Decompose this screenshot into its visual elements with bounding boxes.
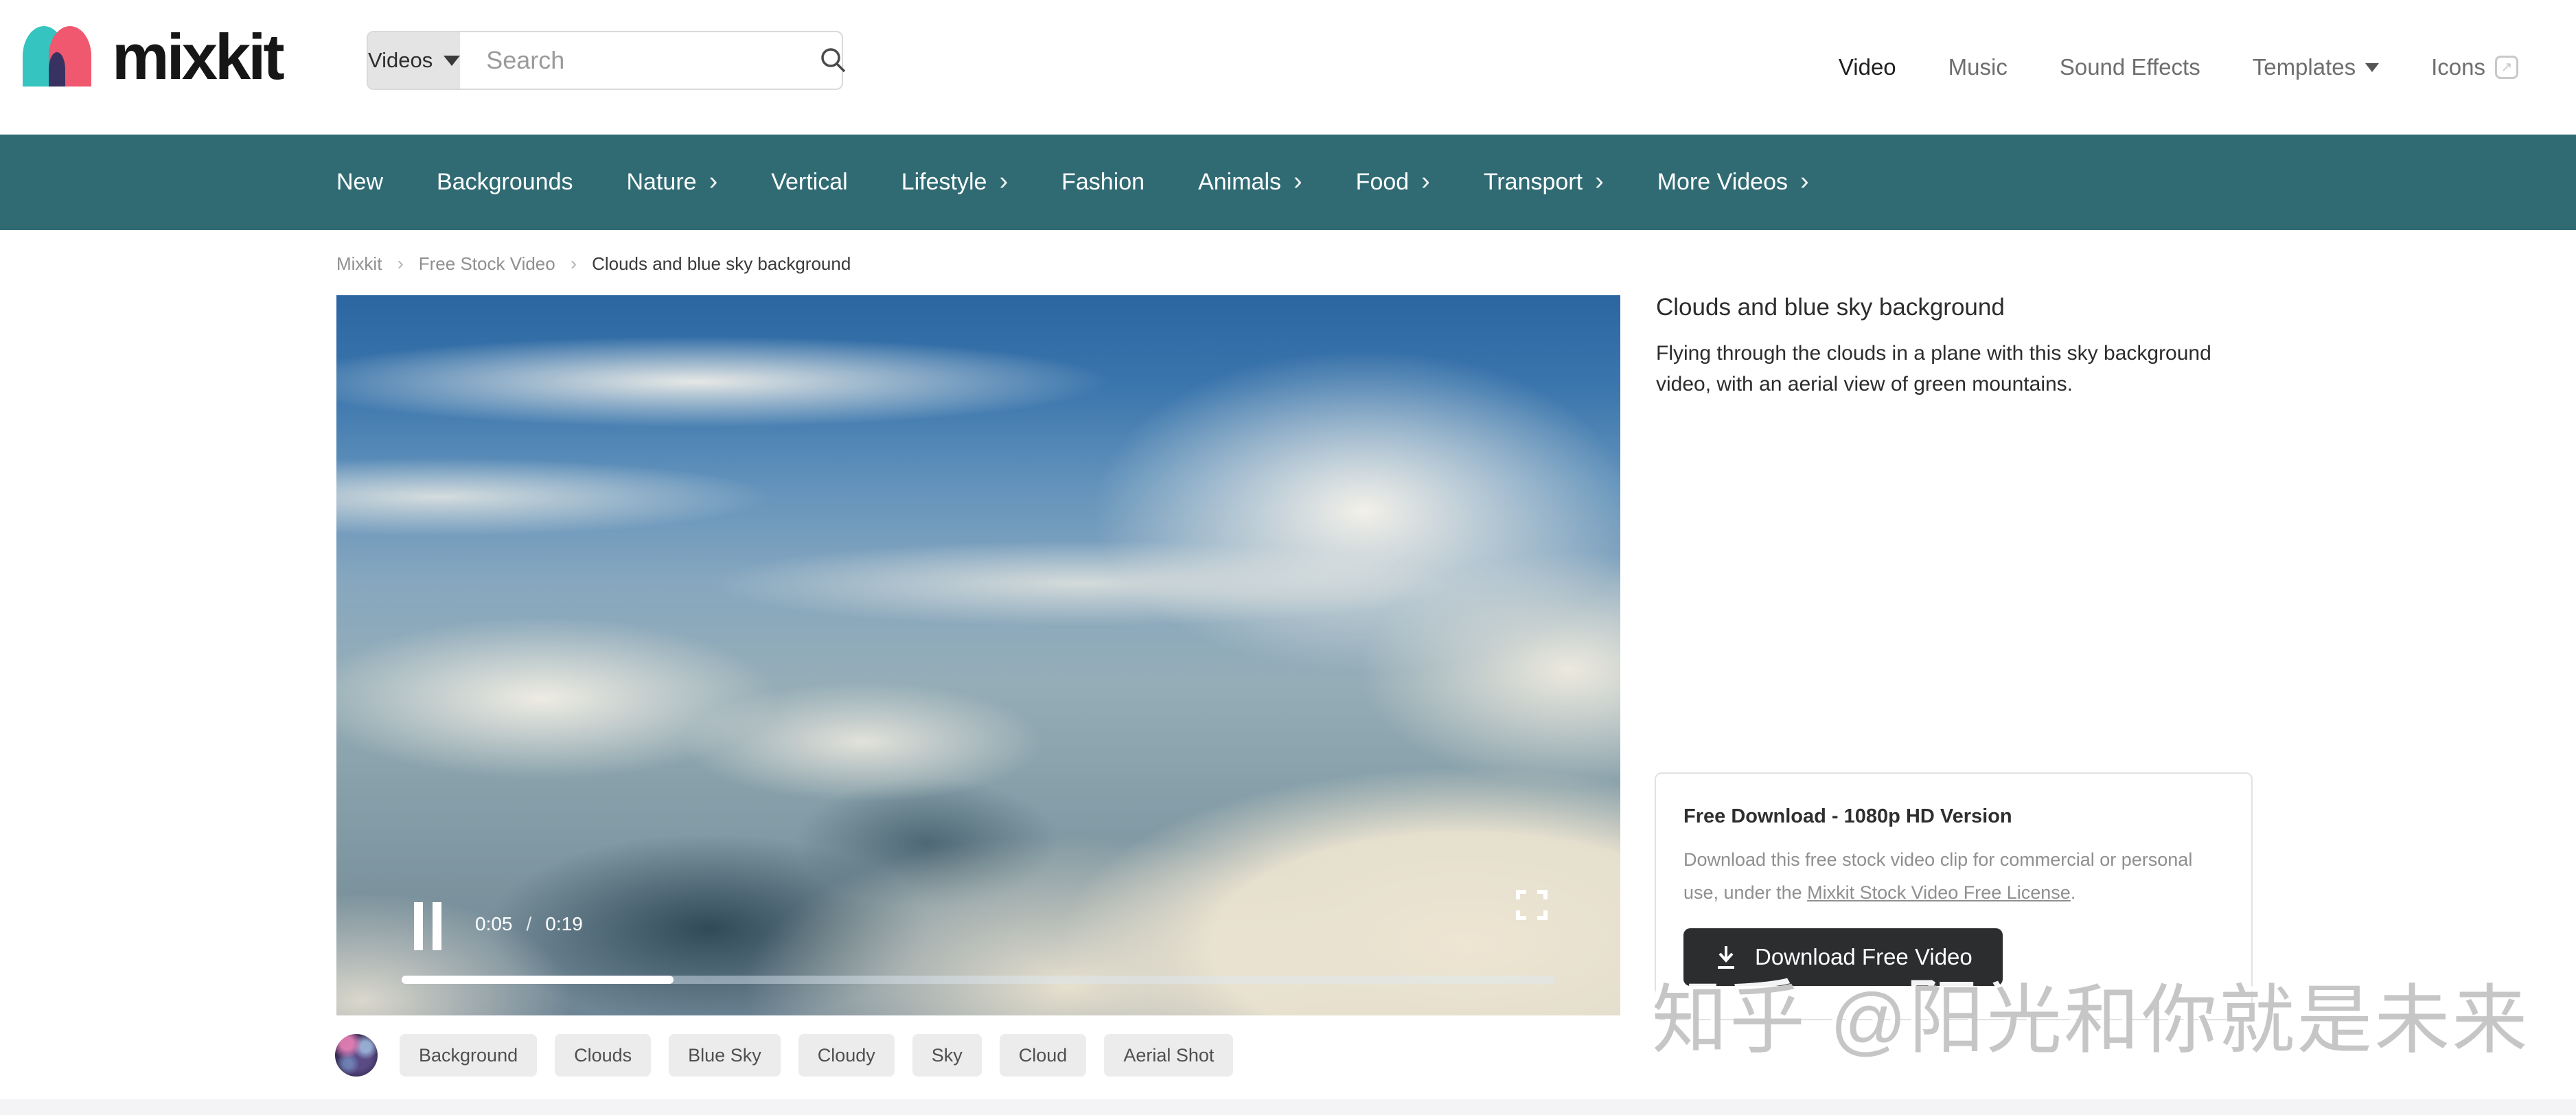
- breadcrumb-separator: ›: [570, 253, 577, 274]
- tags-row: Background Clouds Blue Sky Cloudy Sky Cl…: [335, 1034, 1234, 1077]
- search-submit-button[interactable]: [819, 32, 848, 89]
- video-player[interactable]: 0:05 / 0:19: [336, 295, 1620, 1015]
- chevron-right-icon: ›: [999, 166, 1009, 196]
- top-nav-music[interactable]: Music: [1948, 54, 2008, 80]
- category-food[interactable]: Food ›: [1356, 166, 1430, 196]
- breadcrumb-separator: ›: [397, 253, 404, 274]
- download-button-label: Download Free Video: [1755, 944, 1973, 969]
- mixkit-logo-icon: [23, 26, 91, 87]
- chevron-right-icon: ›: [1293, 166, 1302, 196]
- logo-arch-navy: [49, 52, 65, 87]
- top-nav-templates[interactable]: Templates: [2253, 54, 2380, 80]
- progress-bar[interactable]: [402, 976, 1555, 984]
- pause-button[interactable]: [414, 902, 441, 950]
- breadcrumb-free-stock-video[interactable]: Free Stock Video: [419, 253, 555, 275]
- tag-blue-sky[interactable]: Blue Sky: [669, 1034, 781, 1077]
- video-description: Flying through the clouds in a plane wit…: [1656, 342, 2211, 395]
- search-category-dropdown[interactable]: Videos: [368, 32, 461, 89]
- breadcrumb: Mixkit › Free Stock Video › Clouds and b…: [336, 253, 851, 275]
- pause-icon: [414, 902, 423, 950]
- current-time: 0:05: [475, 913, 513, 934]
- contributor-avatar[interactable]: [335, 1034, 378, 1077]
- top-nav-icons[interactable]: Icons ↗: [2431, 54, 2518, 80]
- download-card: Free Download - 1080p HD Version Downloa…: [1655, 772, 2253, 1020]
- site-header: mixkit Videos Video Music Sound Effects …: [0, 0, 2576, 135]
- next-section-strip: [0, 1099, 2576, 1115]
- caret-down-icon: [444, 55, 461, 66]
- category-transport[interactable]: Transport ›: [1484, 166, 1604, 196]
- caret-down-icon: [2365, 62, 2380, 72]
- breadcrumb-mixkit[interactable]: Mixkit: [336, 253, 382, 275]
- top-nav-sound-effects[interactable]: Sound Effects: [2060, 54, 2200, 80]
- category-nature[interactable]: Nature ›: [627, 166, 718, 196]
- fullscreen-icon: [1516, 890, 1548, 920]
- category-nav: New Backgrounds Nature › Vertical Lifesty…: [0, 135, 2576, 230]
- chevron-right-icon: ›: [1421, 166, 1430, 196]
- download-card-title: Free Download - 1080p HD Version: [1683, 805, 2012, 827]
- progress-fill: [402, 976, 674, 984]
- chevron-right-icon: ›: [709, 166, 718, 196]
- license-text-after: .: [2070, 882, 2076, 903]
- chevron-right-icon: ›: [1595, 166, 1604, 196]
- category-backgrounds[interactable]: Backgrounds: [437, 169, 573, 196]
- video-title: Clouds and blue sky background: [1656, 294, 2005, 321]
- total-duration: 0:19: [545, 913, 583, 934]
- download-card-body: Download this free stock video clip for …: [1683, 843, 2224, 909]
- download-free-video-button[interactable]: Download Free Video: [1683, 928, 2003, 986]
- top-nav: Video Music Sound Effects Templates Icon…: [1839, 0, 2518, 135]
- time-separator: /: [526, 913, 532, 934]
- top-nav-video[interactable]: Video: [1839, 54, 1896, 80]
- search-icon: [821, 48, 846, 73]
- search-input[interactable]: [460, 32, 820, 89]
- license-link[interactable]: Mixkit Stock Video Free License: [1807, 882, 2071, 903]
- search-category-label: Videos: [368, 48, 433, 72]
- pause-icon: [433, 902, 441, 950]
- fullscreen-button[interactable]: [1516, 890, 1548, 920]
- category-more-videos[interactable]: More Videos ›: [1657, 166, 1809, 196]
- tag-sky[interactable]: Sky: [912, 1034, 982, 1077]
- time-display: 0:05 / 0:19: [475, 913, 583, 935]
- tag-background[interactable]: Background: [400, 1034, 538, 1077]
- breadcrumb-current-page: Clouds and blue sky background: [592, 253, 851, 274]
- category-animals[interactable]: Animals ›: [1198, 166, 1302, 196]
- category-new[interactable]: New: [336, 169, 383, 196]
- tag-cloudy[interactable]: Cloudy: [798, 1034, 895, 1077]
- category-fashion[interactable]: Fashion: [1061, 169, 1145, 196]
- download-icon: [1718, 946, 1734, 969]
- tag-cloud[interactable]: Cloud: [999, 1034, 1087, 1077]
- mixkit-logo[interactable]: mixkit: [23, 21, 285, 93]
- category-lifestyle[interactable]: Lifestyle ›: [901, 166, 1009, 196]
- tag-aerial-shot[interactable]: Aerial Shot: [1104, 1034, 1234, 1077]
- chevron-right-icon: ›: [1799, 166, 1809, 196]
- tag-clouds[interactable]: Clouds: [555, 1034, 652, 1077]
- external-link-icon: ↗: [2495, 56, 2518, 79]
- category-vertical[interactable]: Vertical: [771, 169, 848, 196]
- logo-wordmark: mixkit: [112, 21, 285, 93]
- search-bar: Videos: [367, 31, 846, 90]
